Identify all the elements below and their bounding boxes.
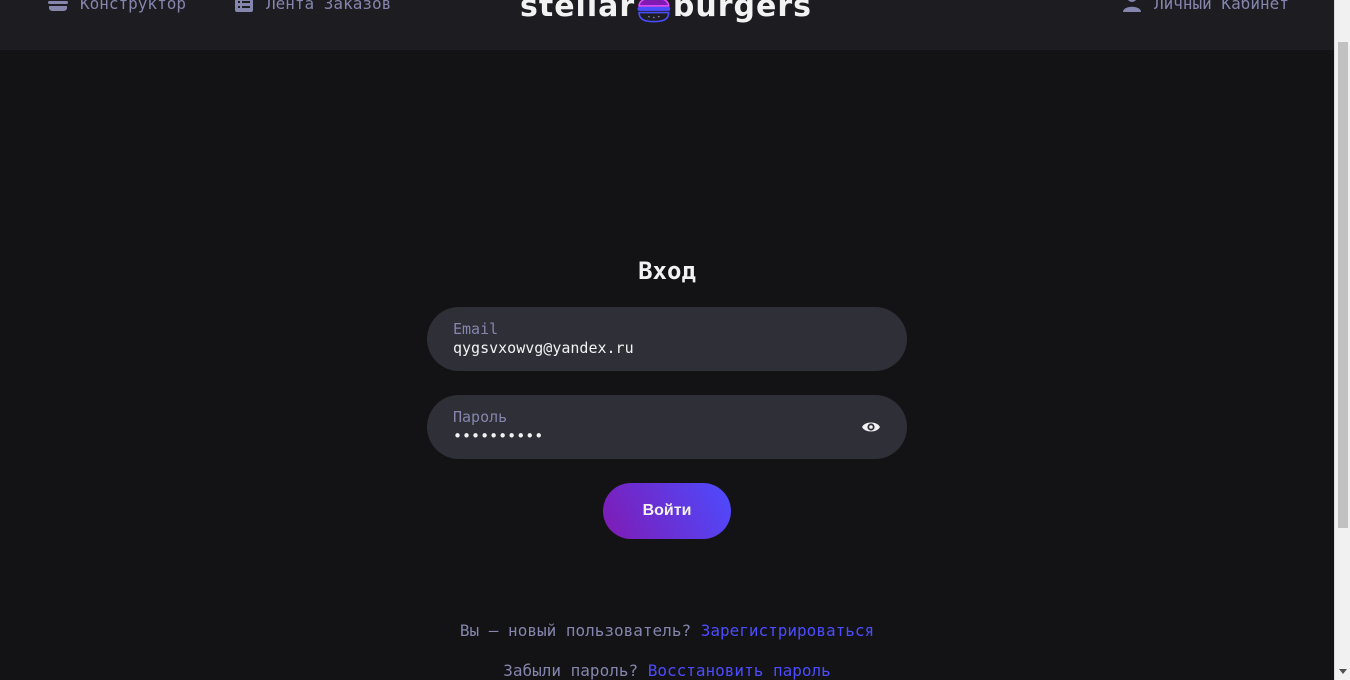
scroll-down-arrow-icon[interactable] <box>1339 669 1347 674</box>
scrollbar-thumb[interactable] <box>1338 42 1348 528</box>
logo[interactable]: stellar burgers <box>520 0 812 26</box>
password-field[interactable]: Пароль •••••••••• <box>427 395 907 459</box>
profile-icon <box>1123 0 1141 12</box>
register-link[interactable]: Зарегистрироваться <box>701 621 874 640</box>
register-prompt: Вы — новый пользователь? <box>459 621 692 640</box>
app-header: Конструктор Лента Заказов stellar burger… <box>0 0 1334 50</box>
restore-line: Забыли пароль? Восстановить пароль <box>427 661 907 680</box>
restore-password-link[interactable]: Восстановить пароль <box>648 661 831 680</box>
nav-account-label: Личный Кабинет <box>1154 0 1289 13</box>
burger-icon <box>48 1 68 11</box>
email-input[interactable]: qygsvxowvg@yandex.ru <box>453 338 634 358</box>
login-title: Вход <box>638 257 696 285</box>
nav-feed-label: Лента Заказов <box>266 0 392 13</box>
show-password-icon[interactable] <box>861 417 881 437</box>
password-label: Пароль <box>453 408 508 426</box>
email-field[interactable]: Email qygsvxowvg@yandex.ru <box>427 307 907 371</box>
burger-logo-icon <box>637 0 671 23</box>
login-page: Конструктор Лента Заказов stellar burger… <box>0 0 1350 680</box>
password-input[interactable]: •••••••••• <box>453 426 543 446</box>
list-icon <box>235 0 253 12</box>
nav-feed-link[interactable]: Лента Заказов <box>232 0 391 16</box>
forgot-prompt: Забыли пароль? <box>503 661 639 680</box>
register-line: Вы — новый пользователь? Зарегистрироват… <box>427 621 907 641</box>
nav-constructor-label: Конструктор <box>80 0 186 13</box>
email-label: Email <box>453 320 499 338</box>
nav-account-link[interactable]: Личный Кабинет <box>1120 0 1289 16</box>
logo-right-word: burgers <box>672 0 812 24</box>
page-scrollbar[interactable] <box>1334 0 1350 680</box>
logo-left-word: stellar <box>520 0 636 24</box>
nav-constructor-link[interactable]: Конструктор <box>46 0 186 16</box>
login-button[interactable]: Войти <box>603 483 731 539</box>
